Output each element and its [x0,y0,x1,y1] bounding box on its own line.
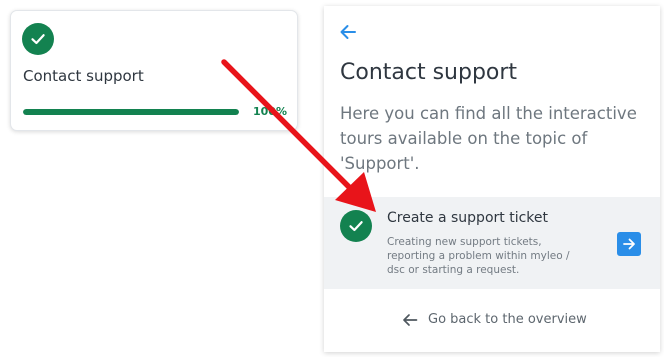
tour-card-title: Contact support [23,67,144,85]
arrow-left-icon[interactable] [338,22,358,42]
check-icon [340,210,372,242]
panel-description: Here you can find all the interactive to… [340,104,637,173]
check-icon [22,23,54,55]
tour-item-create-support-ticket[interactable]: Create a support ticket Creating new sup… [324,197,660,289]
progress-bar [23,109,239,115]
panel-title: Contact support [340,60,518,85]
progress-bar-fill [23,109,239,115]
tour-panel: Contact support Here you can find all th… [324,6,660,352]
tour-card-contact-support[interactable]: Contact support 100% [10,10,298,131]
arrow-right-icon [623,238,635,250]
back-to-overview-label: Go back to the overview [428,312,587,327]
back-to-overview-link[interactable]: Go back to the overview [402,312,587,327]
tour-item-description: Creating new support tickets, reporting … [387,236,570,276]
start-tour-button[interactable] [617,232,641,256]
tour-item-title: Create a support ticket [387,210,548,226]
screenshot-stage: Contact support 100% Contact support Her… [0,0,664,357]
arrow-left-icon [403,313,418,326]
progress-label: 100% [253,105,287,118]
